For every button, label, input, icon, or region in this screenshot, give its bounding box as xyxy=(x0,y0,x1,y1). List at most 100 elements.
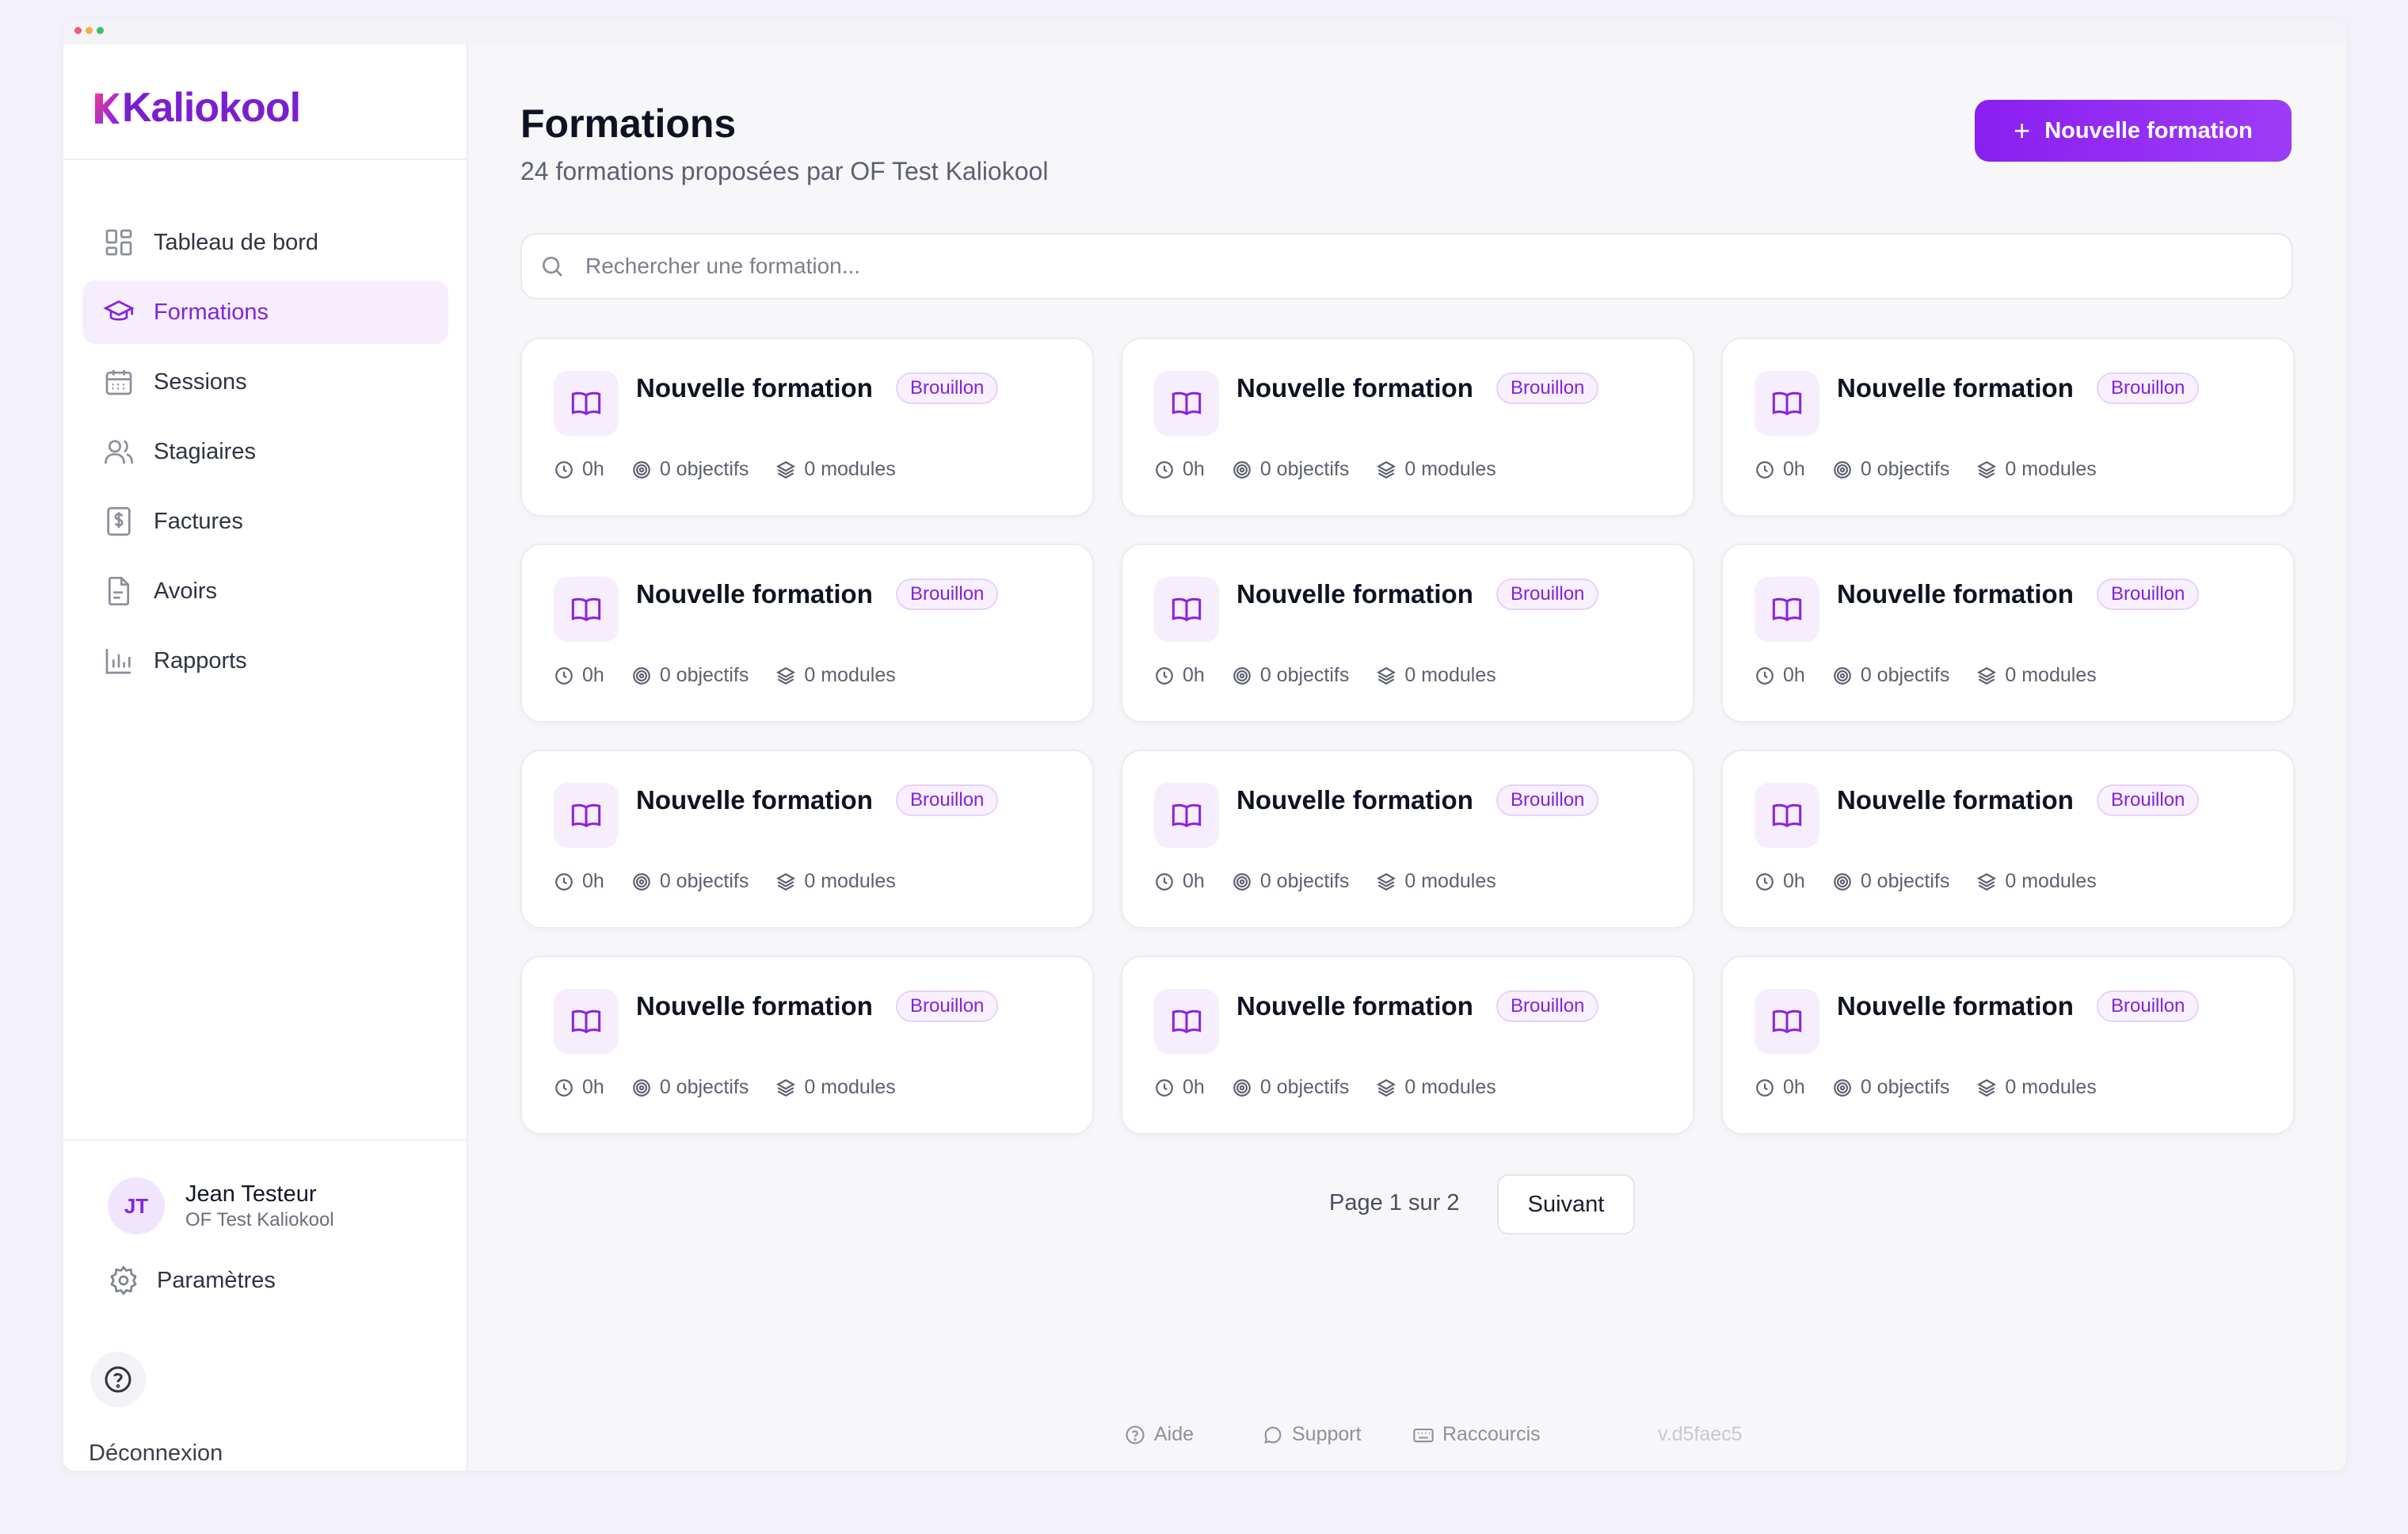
objectives-value: 0 objectifs xyxy=(659,870,749,892)
formation-card[interactable]: Nouvelle formation Brouillon 0h 0 objectifs… xyxy=(1121,750,1694,929)
formation-meta: 0h 0 objectifs 0 modules xyxy=(554,664,923,687)
help-button[interactable] xyxy=(90,1352,146,1407)
settings-link[interactable]: Paramètres xyxy=(108,1265,276,1296)
formation-meta: 0h 0 objectifs 0 modules xyxy=(1154,458,1523,481)
duration-info: 0h xyxy=(1154,458,1205,481)
layers-icon xyxy=(776,460,796,479)
modules-info: 0 modules xyxy=(1376,1076,1496,1099)
book-open-icon xyxy=(1172,597,1202,622)
modules-value: 0 modules xyxy=(1404,664,1496,686)
target-icon xyxy=(1233,666,1251,685)
target-icon xyxy=(1833,872,1851,891)
sidebar-item-rapports[interactable]: Rapports xyxy=(82,629,448,693)
modules-value: 0 modules xyxy=(2005,664,2097,686)
sidebar-item-avoirs[interactable]: Avoirs xyxy=(82,559,448,623)
book-open-icon xyxy=(554,989,619,1054)
duration-value: 0h xyxy=(582,458,604,480)
target-icon xyxy=(1233,460,1251,479)
formation-title: Nouvelle formation xyxy=(1837,785,2074,815)
modules-value: 0 modules xyxy=(2005,1076,2097,1098)
status-badge: Brouillon xyxy=(1496,372,1599,404)
book-open-icon xyxy=(1172,1009,1202,1034)
book-open-icon xyxy=(1755,989,1819,1054)
users-icon xyxy=(105,440,133,464)
modules-info: 0 modules xyxy=(1376,664,1496,687)
new-formation-button[interactable]: + Nouvelle formation xyxy=(1975,100,2292,162)
sidebar-item-sessions[interactable]: Sessions xyxy=(82,350,448,414)
status-badge: Brouillon xyxy=(896,784,999,816)
duration-value: 0h xyxy=(1783,1076,1805,1098)
sidebar-item-tableau-de-bord[interactable]: Tableau de bord xyxy=(82,211,448,274)
formation-card[interactable]: Nouvelle formation Brouillon 0h 0 objectifs… xyxy=(520,338,1094,517)
formation-card[interactable]: Nouvelle formation Brouillon 0h 0 objectifs… xyxy=(520,750,1094,929)
logout-link[interactable]: Déconnexion xyxy=(89,1441,223,1467)
footer-help-link[interactable]: Aide xyxy=(1124,1423,1194,1446)
modules-value: 0 modules xyxy=(804,664,896,686)
book-open-icon xyxy=(1154,989,1219,1054)
sidebar-item-label: Formations xyxy=(154,299,269,325)
formations-grid: Nouvelle formation Brouillon 0h 0 objectifs… xyxy=(520,338,2295,1135)
objectives-info: 0 objectifs xyxy=(631,1076,749,1099)
formation-card[interactable]: Nouvelle formation Brouillon 0h 0 objectifs… xyxy=(1721,956,2295,1135)
formation-meta: 0h 0 objectifs 0 modules xyxy=(1755,870,2124,893)
clock-icon xyxy=(1156,460,1173,479)
formation-card[interactable]: Nouvelle formation Brouillon 0h 0 objectifs… xyxy=(1721,338,2295,517)
modules-info: 0 modules xyxy=(1976,458,2097,481)
duration-info: 0h xyxy=(1154,870,1205,893)
objectives-value: 0 objectifs xyxy=(1259,870,1350,892)
plus-icon: + xyxy=(2014,114,2031,147)
app-logo[interactable]: Kaliokool xyxy=(93,87,301,128)
window-minimize-dot[interactable] xyxy=(86,27,93,34)
footer-support-link[interactable]: Support xyxy=(1262,1423,1362,1446)
objectives-info: 0 objectifs xyxy=(1832,664,1950,687)
sidebar-item-formations[interactable]: Formations xyxy=(82,280,448,344)
book-open-icon xyxy=(1154,783,1219,848)
target-icon xyxy=(632,666,650,685)
objectives-info: 0 objectifs xyxy=(1832,1076,1949,1099)
duration-info: 0h xyxy=(1755,1076,1805,1099)
formation-meta: 0h 0 objectifs 0 modules xyxy=(1154,1076,1523,1099)
duration-info: 0h xyxy=(1755,870,1805,893)
dashboard-icon xyxy=(105,229,132,256)
next-page-button[interactable]: Suivant xyxy=(1497,1174,1635,1234)
layers-icon xyxy=(776,1078,796,1097)
sidebar-item-stagiaires[interactable]: Stagiaires xyxy=(82,420,448,483)
window-titlebar xyxy=(63,17,2346,44)
sidebar-item-factures[interactable]: Factures xyxy=(82,490,448,553)
question-circle-icon xyxy=(105,1366,131,1393)
page-info: Page 1 sur 2 xyxy=(1329,1190,1460,1215)
formation-card[interactable]: Nouvelle formation Brouillon 0h 0 objectifs… xyxy=(1121,338,1694,517)
sidebar-item-label: Stagiaires xyxy=(154,438,256,464)
status-badge: Brouillon xyxy=(896,990,999,1022)
formation-card[interactable]: Nouvelle formation Brouillon 0h 0 objectifs… xyxy=(520,544,1094,723)
sidebar-divider xyxy=(63,158,467,160)
clock-icon xyxy=(555,460,573,479)
formation-card[interactable]: Nouvelle formation Brouillon 0h 0 objectifs… xyxy=(520,956,1094,1135)
duration-info: 0h xyxy=(554,458,604,481)
formation-card[interactable]: Nouvelle formation Brouillon 0h 0 objectifs… xyxy=(1721,750,2295,929)
search-input[interactable] xyxy=(585,254,2249,279)
book-open-icon xyxy=(1172,391,1202,416)
objectives-value: 0 objectifs xyxy=(659,664,749,686)
modules-value: 0 modules xyxy=(804,458,896,480)
sidebar-divider xyxy=(63,1139,467,1141)
formation-card[interactable]: Nouvelle formation Brouillon 0h 0 objectifs… xyxy=(1121,544,1694,723)
formation-card[interactable]: Nouvelle formation Brouillon 0h 0 objectifs… xyxy=(1721,544,2295,723)
footer-shortcuts-link[interactable]: Raccourcis xyxy=(1412,1423,1541,1446)
objectives-value: 0 objectifs xyxy=(1860,664,1950,686)
modules-value: 0 modules xyxy=(2005,458,2097,480)
invoice-dollar-icon xyxy=(107,507,131,536)
window-maximize-dot[interactable] xyxy=(97,27,104,34)
status-badge: Brouillon xyxy=(2097,990,2200,1022)
book-open-icon xyxy=(1755,783,1819,848)
book-open-icon xyxy=(1172,803,1202,828)
duration-value: 0h xyxy=(582,664,604,686)
modules-info: 0 modules xyxy=(1976,870,2097,893)
objectives-info: 0 objectifs xyxy=(1832,870,1949,893)
formation-card[interactable]: Nouvelle formation Brouillon 0h 0 objectifs… xyxy=(1121,956,1694,1135)
objectives-info: 0 objectifs xyxy=(1232,870,1350,893)
layers-icon xyxy=(1977,666,1997,685)
window-close-dot[interactable] xyxy=(74,27,82,34)
target-icon xyxy=(632,460,650,479)
user-profile[interactable]: JT Jean Testeur OF Test Kaliokool xyxy=(108,1177,334,1234)
